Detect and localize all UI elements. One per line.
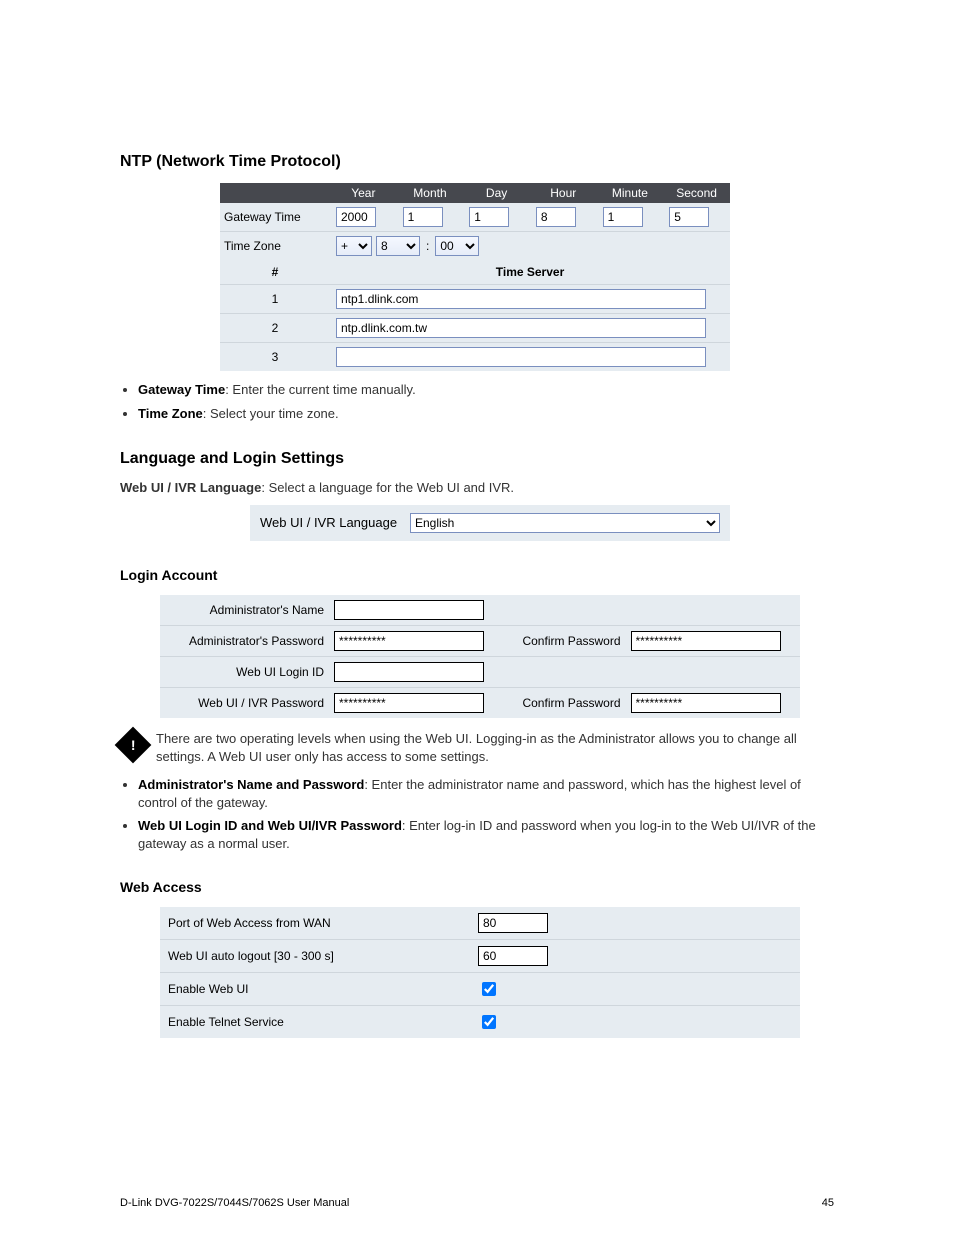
time-zone-minute-select[interactable]: 00 xyxy=(435,236,479,256)
web-pass-input[interactable] xyxy=(334,693,484,713)
subsection-web-access: Web Access xyxy=(120,879,834,895)
label-admin-name: Administrator's Name xyxy=(160,595,330,626)
time-server-header: Time Server xyxy=(330,260,730,285)
gateway-time-label: Gateway Time xyxy=(220,203,330,232)
label-web-id: Web UI Login ID xyxy=(160,656,330,687)
login-bullets: Administrator's Name and Password: Enter… xyxy=(138,776,834,852)
label-admin-pass: Administrator's Password xyxy=(160,625,330,656)
ntp-bullets: Gateway Time: Enter the current time man… xyxy=(138,381,834,422)
label-enable-web: Enable Web UI xyxy=(160,972,470,1005)
login-table: Administrator's Name Administrator's Pas… xyxy=(160,595,800,718)
web-id-input[interactable] xyxy=(334,662,484,682)
ntp-header-day: Day xyxy=(463,183,530,203)
row-port: Port of Web Access from WAN xyxy=(160,907,800,940)
label-enable-telnet: Enable Telnet Service xyxy=(160,1005,470,1038)
time-server-idx-2: 2 xyxy=(220,314,330,343)
login-table-wrap: Administrator's Name Administrator's Pas… xyxy=(160,595,800,718)
time-server-header-row: # Time Server xyxy=(220,260,730,285)
web-confirm-input[interactable] xyxy=(631,693,781,713)
bullet-gateway-time: Gateway Time: Enter the current time man… xyxy=(138,381,834,399)
label-logout: Web UI auto logout [30 - 300 s] xyxy=(160,939,470,972)
ntp-header-hour: Hour xyxy=(530,183,597,203)
login-warning-row: ! There are two operating levels when us… xyxy=(120,730,834,766)
gateway-time-minute-input[interactable] xyxy=(603,207,643,227)
time-server-row-2: 2 xyxy=(220,314,730,343)
time-server-2-input[interactable] xyxy=(336,318,706,338)
label-web-confirm: Confirm Password xyxy=(503,687,626,718)
ntp-header-second: Second xyxy=(663,183,730,203)
language-select[interactable]: English xyxy=(410,513,720,533)
time-server-row-1: 1 xyxy=(220,285,730,314)
bullet-admin: Administrator's Name and Password: Enter… xyxy=(138,776,834,811)
gateway-time-second-input[interactable] xyxy=(669,207,709,227)
enable-web-checkbox[interactable] xyxy=(482,982,496,996)
time-zone-row: Time Zone + 8 : 00 xyxy=(220,232,730,261)
language-row: Web UI / IVR Language English xyxy=(250,505,730,541)
gateway-time-row: Gateway Time xyxy=(220,203,730,232)
row-logout: Web UI auto logout [30 - 300 s] xyxy=(160,939,800,972)
time-zone-hour-select[interactable]: 8 xyxy=(376,236,420,256)
bullet-webuser: Web UI Login ID and Web UI/IVR Password:… xyxy=(138,817,834,852)
language-desc: Web UI / IVR Language: Select a language… xyxy=(120,480,834,497)
language-label: Web UI / IVR Language xyxy=(260,515,397,530)
access-table: Port of Web Access from WAN Web UI auto … xyxy=(160,907,800,1038)
row-enable-web: Enable Web UI xyxy=(160,972,800,1005)
footer-product: D-Link DVG-7022S/7044S/7062S User Manual xyxy=(120,1197,349,1209)
time-server-idx-1: 1 xyxy=(220,285,330,314)
label-admin-confirm: Confirm Password xyxy=(503,625,626,656)
time-zone-label: Time Zone xyxy=(220,232,330,261)
logout-input[interactable] xyxy=(478,946,548,966)
warning-icon: ! xyxy=(115,727,152,764)
ntp-header-blank xyxy=(220,183,330,203)
admin-name-input[interactable] xyxy=(334,600,484,620)
ntp-header-minute: Minute xyxy=(597,183,664,203)
label-port: Port of Web Access from WAN xyxy=(160,907,470,940)
row-admin-pass: Administrator's Password Confirm Passwor… xyxy=(160,625,800,656)
ntp-table: Year Month Day Hour Minute Second Gatewa… xyxy=(220,183,730,371)
enable-telnet-checkbox[interactable] xyxy=(482,1015,496,1029)
ntp-header-year: Year xyxy=(330,183,397,203)
ntp-header-row: Year Month Day Hour Minute Second xyxy=(220,183,730,203)
port-input[interactable] xyxy=(478,913,548,933)
gateway-time-month-input[interactable] xyxy=(403,207,443,227)
access-table-wrap: Port of Web Access from WAN Web UI auto … xyxy=(160,907,800,1038)
page-footer: D-Link DVG-7022S/7044S/7062S User Manual… xyxy=(120,1197,834,1209)
section-title-language-login: Language and Login Settings xyxy=(120,450,834,468)
row-web-id: Web UI Login ID xyxy=(160,656,800,687)
gateway-time-day-input[interactable] xyxy=(469,207,509,227)
time-server-hash: # xyxy=(220,260,330,285)
row-enable-telnet: Enable Telnet Service xyxy=(160,1005,800,1038)
time-server-row-3: 3 xyxy=(220,343,730,372)
login-warning-text: There are two operating levels when usin… xyxy=(156,730,834,766)
subsection-login-account: Login Account xyxy=(120,567,834,583)
gateway-time-hour-input[interactable] xyxy=(536,207,576,227)
bullet-time-zone: Time Zone: Select your time zone. xyxy=(138,405,834,423)
ntp-table-wrap: Year Month Day Hour Minute Second Gatewa… xyxy=(220,183,730,371)
time-zone-colon: : xyxy=(424,239,431,253)
row-admin-name: Administrator's Name xyxy=(160,595,800,626)
admin-confirm-input[interactable] xyxy=(631,631,781,651)
footer-page: 45 xyxy=(822,1197,834,1209)
time-server-idx-3: 3 xyxy=(220,343,330,372)
time-zone-sign-select[interactable]: + xyxy=(336,236,372,256)
time-server-1-input[interactable] xyxy=(336,289,706,309)
label-web-pass: Web UI / IVR Password xyxy=(160,687,330,718)
ntp-header-month: Month xyxy=(397,183,464,203)
time-server-3-input[interactable] xyxy=(336,347,706,367)
row-web-pass: Web UI / IVR Password Confirm Password xyxy=(160,687,800,718)
admin-pass-input[interactable] xyxy=(334,631,484,651)
gateway-time-year-input[interactable] xyxy=(336,207,376,227)
section-title-ntp: NTP (Network Time Protocol) xyxy=(120,153,834,171)
